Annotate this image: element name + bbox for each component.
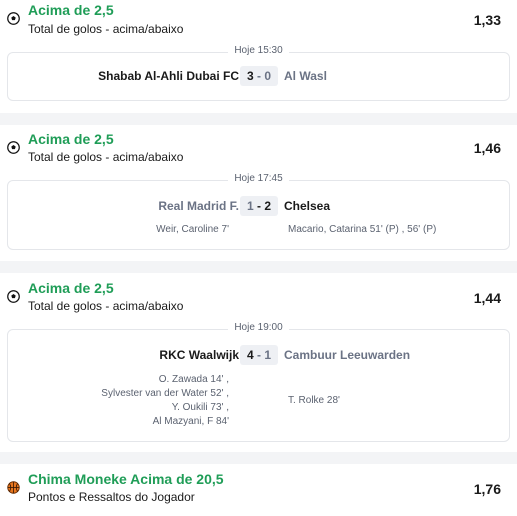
score-box: 4 - 1 — [240, 345, 278, 365]
away-team: Chelsea — [284, 199, 331, 213]
match-time: Hoje 15:30 — [228, 45, 289, 56]
selection-title: Acima de 2,5 — [28, 2, 114, 18]
market-name: Pontos e Ressaltos do Jogador — [28, 490, 195, 504]
away-score: 0 — [264, 69, 272, 83]
soccer-ball-icon — [7, 290, 20, 303]
score-box: 1 - 2 — [240, 196, 278, 216]
bet-item[interactable]: Chima Moneke Acima de 20,5 Pontos e Ress… — [0, 464, 517, 516]
home-team: Shabab Al-Ahli Dubai FC — [98, 69, 239, 83]
away-scorers: T. Rolke 28' — [288, 394, 340, 408]
selection-title: Acima de 2,5 — [28, 280, 114, 296]
market-name: Total de golos - acima/abaixo — [28, 150, 184, 164]
match-time: Hoje 17:45 — [228, 173, 289, 184]
away-score: 1 — [264, 348, 272, 362]
odds-value: 1,33 — [473, 12, 501, 28]
bet-item[interactable]: Acima de 2,5 Total de golos - acima/abai… — [0, 0, 517, 113]
soccer-ball-icon — [7, 12, 20, 25]
score-separator: - — [257, 199, 261, 213]
scorer: T. Rolke 28' — [288, 395, 340, 406]
score-separator: - — [257, 348, 261, 362]
separator — [0, 452, 517, 464]
match-card[interactable]: Hoje 15:30 Shabab Al-Ahli Dubai FC 3 - 0… — [7, 45, 510, 101]
away-team: Al Wasl — [284, 69, 327, 83]
scorer: Macario, Catarina 51' (P) , 56' (P) — [288, 224, 437, 235]
home-score: 1 — [246, 199, 254, 213]
away-score: 2 — [264, 199, 272, 213]
away-scorers: Macario, Catarina 51' (P) , 56' (P) — [288, 223, 436, 237]
scorer: Sylvester van der Water 52' , — [101, 388, 229, 399]
home-score: 3 — [246, 69, 254, 83]
home-scorers: O. Zawada 14' , Sylvester van der Water … — [101, 373, 229, 429]
match-card[interactable]: Hoje 19:00 RKC Waalwijk 4 - 1 Cambuur Le… — [7, 322, 510, 442]
scorer: Y. Oukili 73' , — [171, 402, 229, 413]
home-team: Real Madrid F. — [158, 199, 239, 213]
separator — [0, 113, 517, 125]
selection-title: Chima Moneke Acima de 20,5 — [28, 471, 224, 487]
home-score: 4 — [246, 348, 254, 362]
soccer-ball-icon — [7, 141, 20, 154]
bet-item[interactable]: Acima de 2,5 Total de golos - acima/abai… — [0, 125, 517, 261]
score-box: 3 - 0 — [240, 66, 278, 86]
scorer: Al Mazyani, F 84' — [152, 416, 229, 427]
separator — [0, 261, 517, 273]
odds-value: 1,76 — [473, 481, 501, 497]
market-name: Total de golos - acima/abaixo — [28, 22, 184, 36]
basketball-icon — [7, 481, 20, 494]
bet-item[interactable]: Acima de 2,5 Total de golos - acima/abai… — [0, 273, 517, 452]
odds-value: 1,46 — [473, 140, 501, 156]
match-time: Hoje 19:00 — [228, 322, 289, 333]
market-name: Total de golos - acima/abaixo — [28, 299, 184, 313]
away-team: Cambuur Leeuwarden — [284, 348, 411, 362]
score-separator: - — [257, 69, 261, 83]
match-card[interactable]: Hoje 17:45 Real Madrid F. 1 - 2 Chelsea … — [7, 173, 510, 250]
home-team: RKC Waalwijk — [159, 348, 239, 362]
selection-title: Acima de 2,5 — [28, 131, 114, 147]
scorer: O. Zawada 14' , — [158, 374, 229, 385]
scorer: Weir, Caroline 7' — [156, 224, 229, 235]
odds-value: 1,44 — [473, 290, 501, 306]
home-scorers: Weir, Caroline 7' — [156, 223, 229, 237]
